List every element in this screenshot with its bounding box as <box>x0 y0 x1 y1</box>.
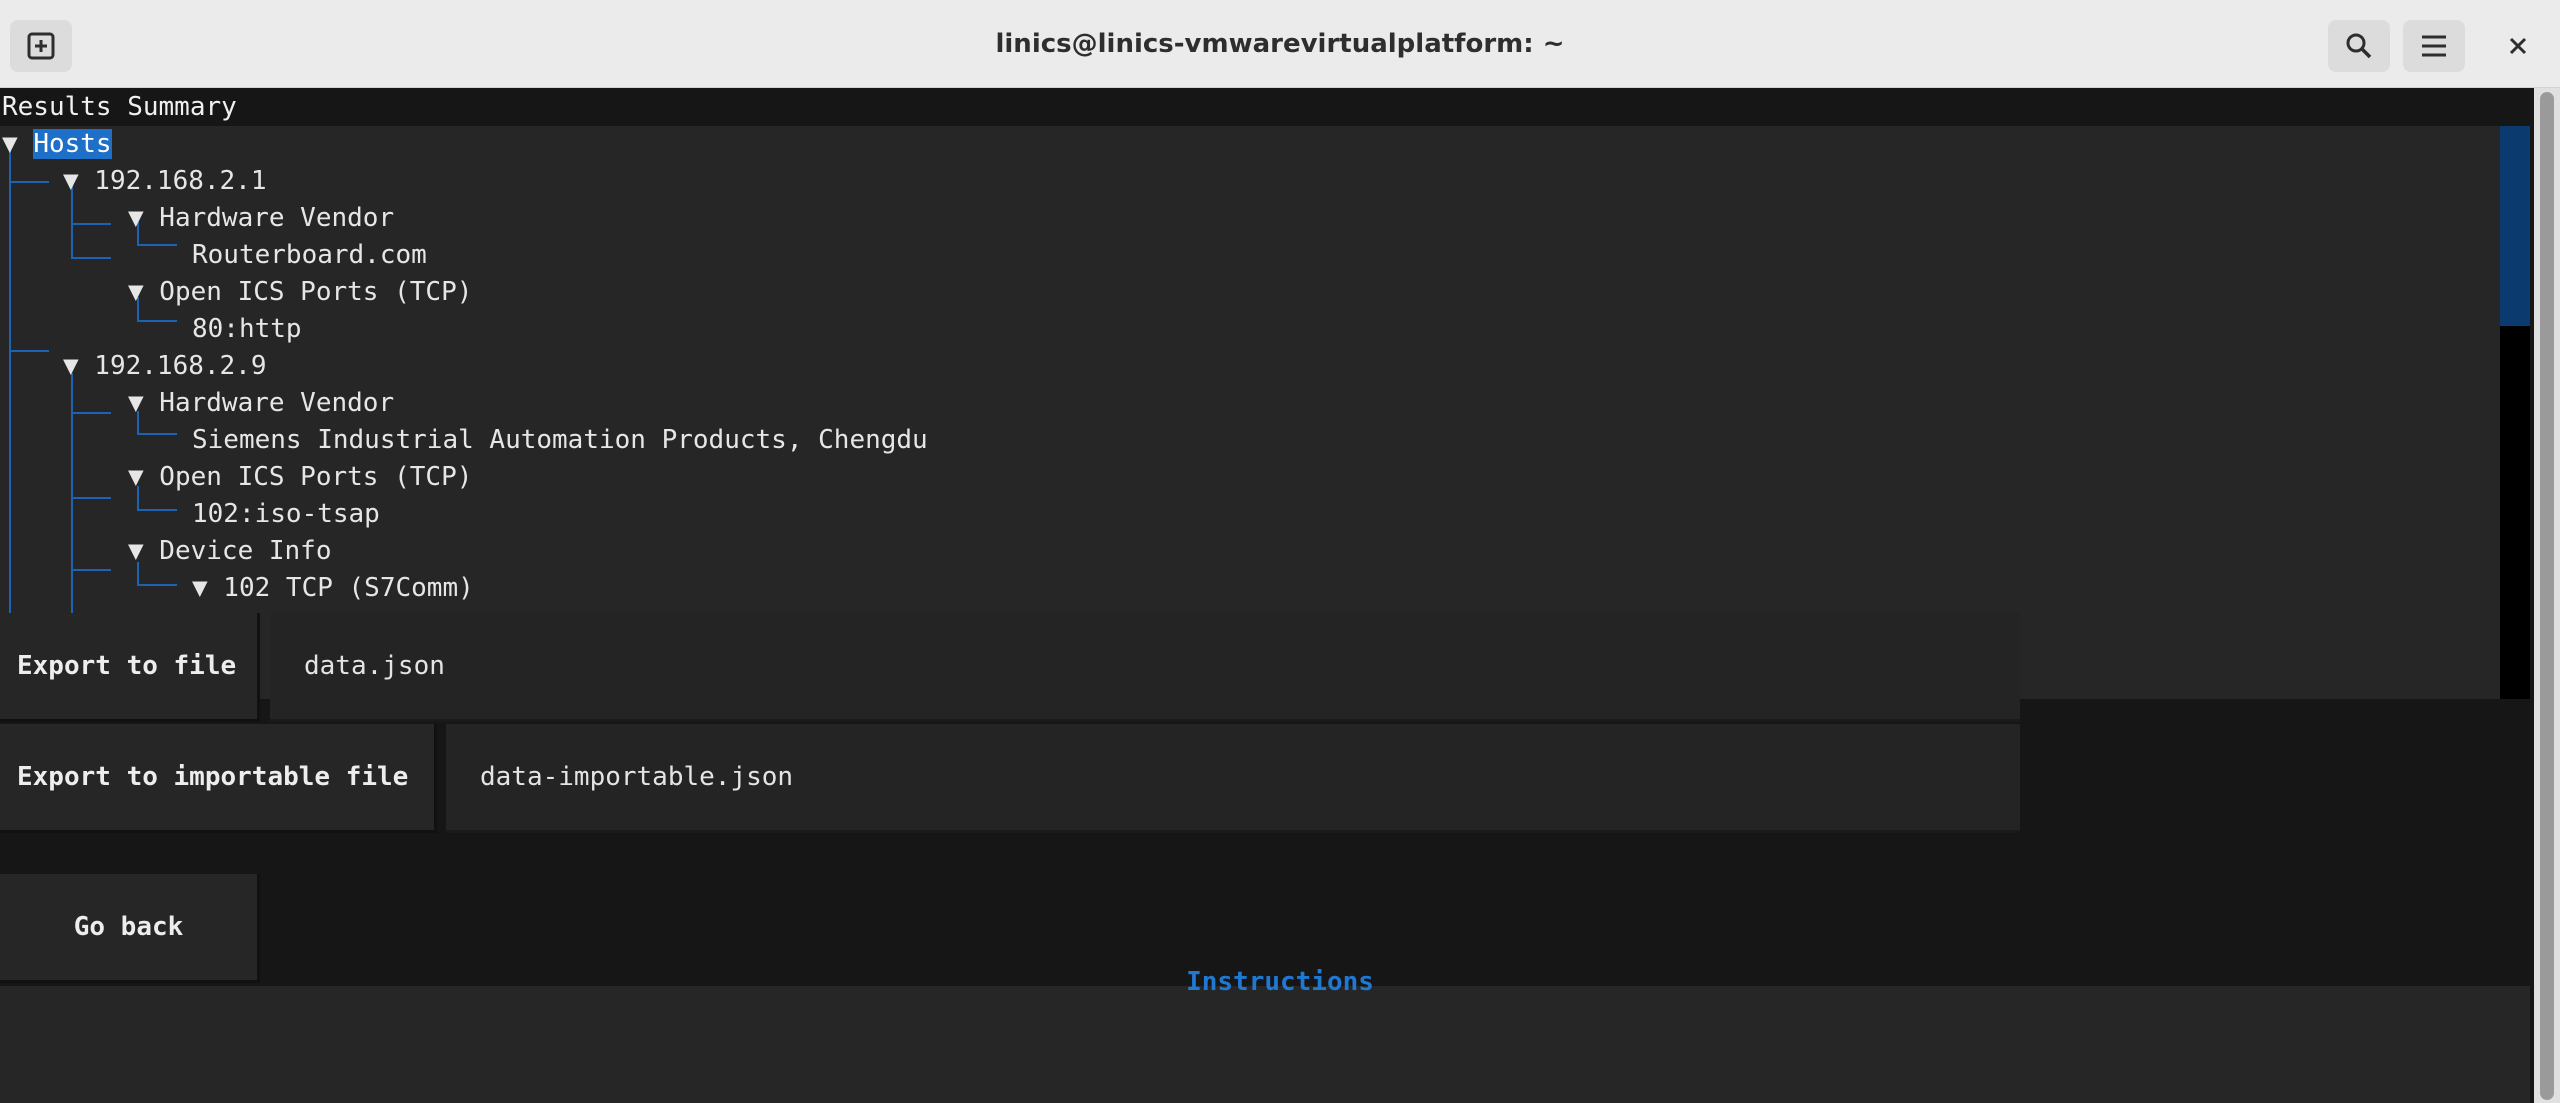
window-scrollbar[interactable] <box>2534 88 2560 1103</box>
tree-node-value[interactable]: 102:iso-tsap <box>192 496 380 533</box>
tree-node-category[interactable]: ▼ Hardware Vendor <box>128 200 394 237</box>
footer-bar <box>0 986 2530 1103</box>
tree-guide-line <box>9 181 49 183</box>
tree-node-category[interactable]: ▼ Hardware Vendor <box>128 385 394 422</box>
tree-node-value[interactable]: Routerboard.com <box>192 237 427 274</box>
tree-guide-line <box>137 433 177 435</box>
close-button[interactable] <box>2490 20 2546 72</box>
window-titlebar: linics@linics-vmwarevirtualplatform: ~ <box>0 0 2560 88</box>
results-summary-heading: Results Summary <box>2 92 237 122</box>
window-title: linics@linics-vmwarevirtualplatform: ~ <box>995 29 1565 59</box>
tree-guide-line <box>137 509 177 511</box>
tree-node-category[interactable]: ▼ Open ICS Ports (TCP) <box>128 274 472 311</box>
search-button[interactable] <box>2328 20 2390 72</box>
export-to-importable-file-button[interactable]: Export to importable file <box>0 724 437 833</box>
tree-guide-line <box>71 223 111 225</box>
tree-node-host[interactable]: ▼ 192.168.2.1 <box>63 163 267 200</box>
tree-node-category[interactable]: ▼ Device Info <box>128 533 332 570</box>
tree-guide-line <box>71 412 111 414</box>
tree-guide-line <box>9 350 49 352</box>
tree-guide-line <box>71 497 111 499</box>
tree-guide-line <box>71 257 111 259</box>
tree-node-value[interactable]: Siemens Industrial Automation Products, … <box>192 422 928 459</box>
tree-scrollbar-thumb[interactable] <box>2500 126 2530 326</box>
tree-node-hosts[interactable]: ▼ Hosts <box>2 126 112 163</box>
tree-guide-line <box>137 244 177 246</box>
tree-guide-line <box>137 320 177 322</box>
menu-button[interactable] <box>2403 20 2465 72</box>
export-file-input[interactable]: data.json <box>270 613 2020 722</box>
tree-node-value[interactable]: 80:http <box>192 311 302 348</box>
tree-scrollbar[interactable] <box>2500 126 2530 699</box>
tree-guide-line <box>137 584 177 586</box>
instructions-link[interactable]: Instructions <box>0 967 2560 997</box>
tree-node-arrow: ▼ <box>2 129 34 159</box>
export-to-file-button[interactable]: Export to file <box>0 613 260 722</box>
tree-node-label: Hosts <box>33 129 112 159</box>
tree-node-category[interactable]: ▼ 102 TCP (S7Comm) <box>192 570 474 607</box>
tree-node-category[interactable]: ▼ Open ICS Ports (TCP) <box>128 459 472 496</box>
export-importable-file-input[interactable]: data-importable.json <box>446 724 2020 833</box>
tree-guide-line <box>71 569 111 571</box>
tree-node-host[interactable]: ▼ 192.168.2.9 <box>63 348 267 385</box>
window-scrollbar-thumb[interactable] <box>2540 92 2554 1100</box>
terminal-area: Results Summary ▼ Hosts ▼ 192.168.2.1 ▼ … <box>0 88 2534 1103</box>
